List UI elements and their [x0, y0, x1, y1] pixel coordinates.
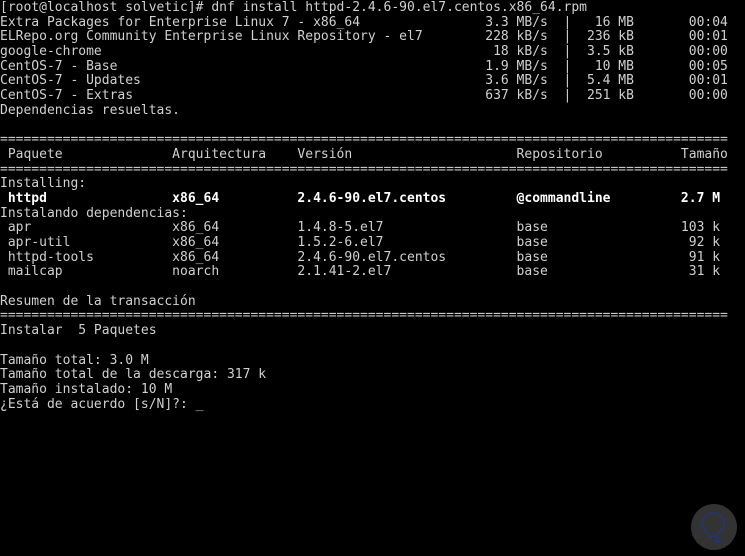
group-label-dependencies: Instalando dependencias:: [0, 205, 188, 221]
summary-download-size: Tamaño total de la descarga: 317 k: [0, 367, 267, 383]
repo-line-4: CentOS-7 - Updates 3.6 MB/s | 5.4 MB 00:…: [0, 73, 728, 89]
terminal-window[interactable]: [root@localhost solvetic]# dnf install h…: [0, 0, 745, 556]
package-row-apr-util: apr-util x86_64 1.5.2-6.el7 base 92 k: [0, 235, 721, 250]
group-label-installing: Installing:: [0, 176, 87, 192]
dependencies-resolved-line: Dependencias resueltas.: [0, 102, 181, 118]
confirm-prompt-line[interactable]: ¿Está de acuerdo [s/N]?: _: [0, 397, 745, 413]
terminal-screen: [root@localhost solvetic]# dnf install h…: [0, 0, 745, 412]
repo-line-2: google-chrome 18 kB/s | 3.5 kB 00:00: [0, 44, 728, 60]
table-separator-top: ========================================…: [0, 133, 728, 148]
package-row-mailcap: mailcap noarch 2.1.41-2.el7 base 31 k: [0, 264, 721, 280]
summary-installed-size: Tamaño instalado: 10 M: [0, 381, 173, 397]
table-header-row: Paquete Arquitectura Versión Repositorio…: [0, 146, 728, 162]
repo-line-5: CentOS-7 - Extras 637 kB/s | 251 kB 00:0…: [0, 88, 728, 104]
package-row-apr: apr x86_64 1.4.8-5.el7 base 103 k: [0, 220, 721, 236]
lightbulb-icon: [701, 512, 726, 543]
repo-line-1: ELRepo.org Community Enterprise Linux Re…: [0, 29, 728, 45]
summary-heading: Resumen de la transacción: [0, 293, 196, 309]
summary-separator: ========================================…: [0, 309, 728, 324]
package-row-httpd: httpd x86_64 2.4.6-90.el7.centos @comman…: [0, 190, 721, 206]
solvetic-lightbulb-logo-icon: [691, 504, 737, 550]
summary-total-size: Tamaño total: 3.0 M: [0, 352, 149, 368]
table-separator-bottom: ========================================…: [0, 162, 728, 177]
summary-install-count: Instalar 5 Paquetes: [0, 323, 157, 339]
watermark-circle: [691, 504, 737, 550]
repo-line-0: Extra Packages for Enterprise Linux 7 - …: [0, 14, 728, 30]
package-row-httpd-tools: httpd-tools x86_64 2.4.6-90.el7.centos b…: [0, 249, 721, 265]
command-prompt-line: [root@localhost solvetic]# dnf install h…: [0, 0, 587, 15]
repo-line-3: CentOS-7 - Base 1.9 MB/s | 10 MB 00:05: [0, 58, 728, 74]
